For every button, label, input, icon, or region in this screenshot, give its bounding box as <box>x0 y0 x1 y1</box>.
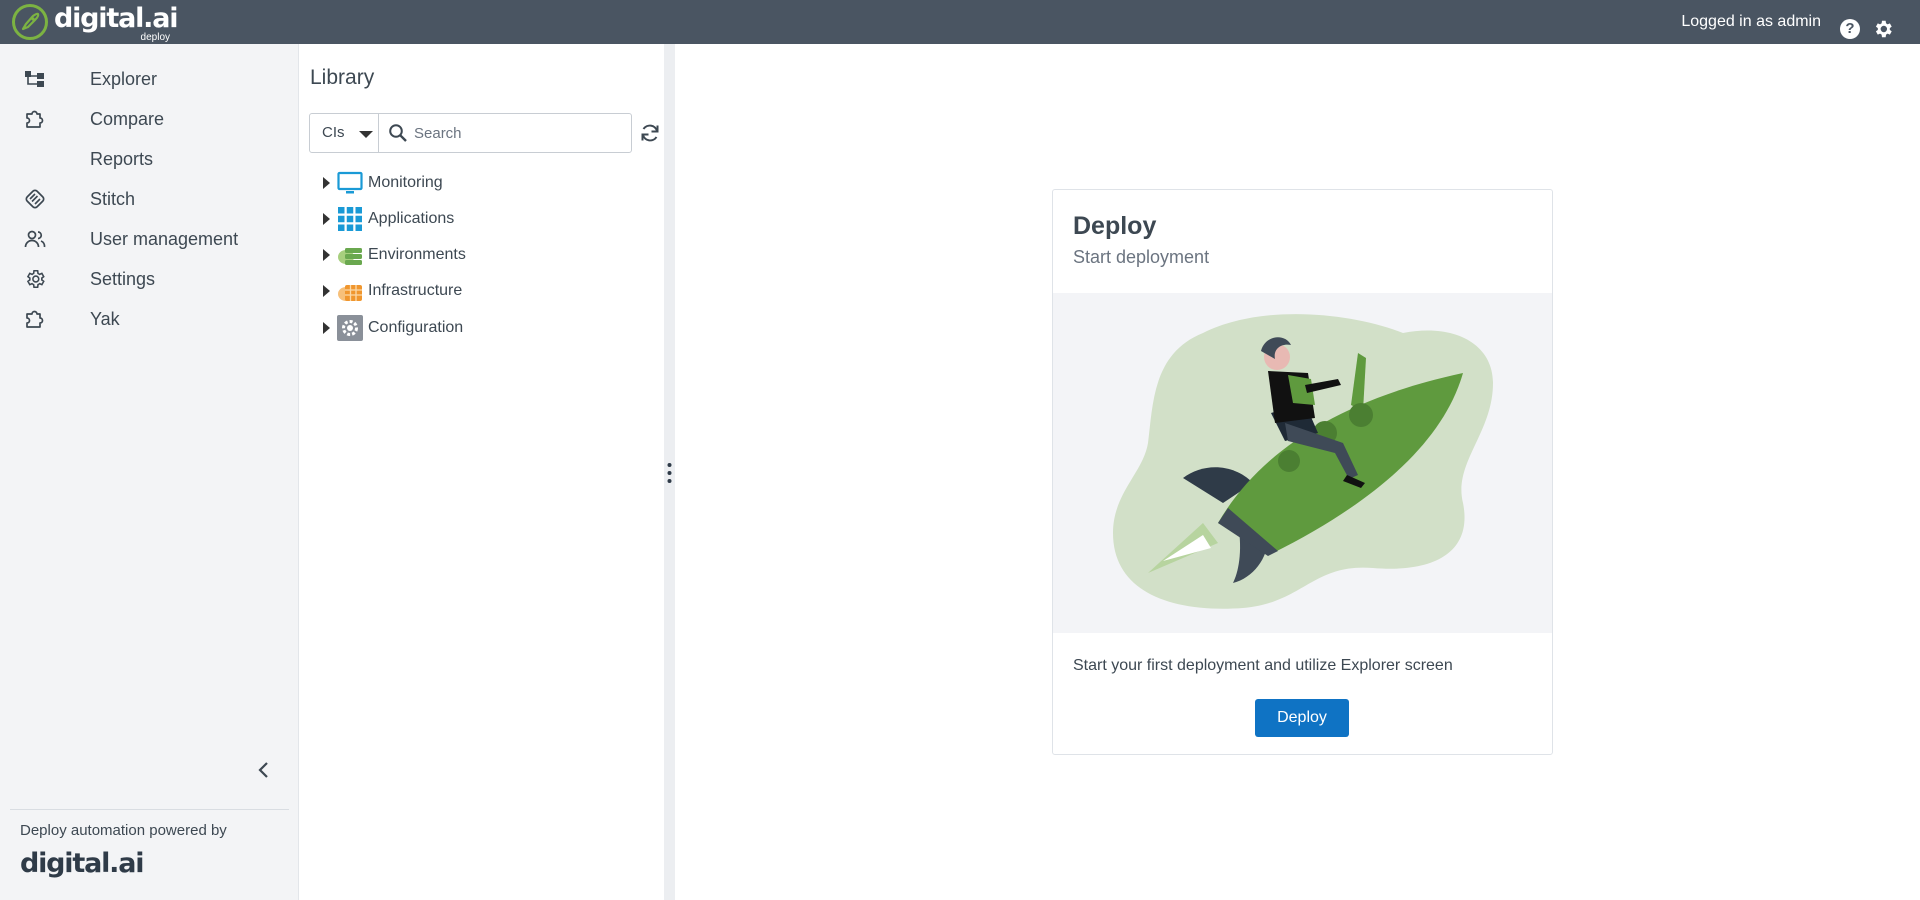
puzzle-icon <box>24 108 46 130</box>
top-bar: digital.ai deploy Logged in as admin ? <box>0 0 1920 44</box>
logo-word: digital.ai <box>54 3 178 34</box>
library-search-group: CIs <box>309 113 632 153</box>
nav-item-settings[interactable]: Settings <box>0 258 299 298</box>
ci-type-select-value: CIs <box>322 124 345 141</box>
tree-label: Monitoring <box>368 174 443 191</box>
logo-wordmark: digital.ai deploy <box>54 3 178 44</box>
card-description: Start your first deployment and utilize … <box>1073 657 1453 674</box>
expand-caret-icon[interactable] <box>323 285 330 297</box>
stitch-icon <box>24 188 46 210</box>
nav-item-compare[interactable]: Compare <box>0 98 299 138</box>
chevron-down-icon <box>359 131 373 138</box>
nav-item-user-management[interactable]: User management <box>0 218 299 258</box>
nav-label: Yak <box>90 309 120 329</box>
nav-label: Stitch <box>90 189 136 209</box>
tree-node-infrastructure[interactable]: Infrastructure <box>320 277 640 305</box>
tree-label: Applications <box>368 210 455 227</box>
app-logo[interactable]: digital.ai deploy <box>12 3 178 44</box>
logo-product: deploy <box>140 32 170 43</box>
footer-logo: digital.ai <box>20 848 144 879</box>
tree-node-configuration[interactable]: Configuration <box>320 314 640 342</box>
environment-icon <box>337 242 363 268</box>
deploy-button[interactable]: Deploy <box>1255 699 1349 737</box>
ci-type-select[interactable]: CIs <box>310 114 379 152</box>
tree-label: Configuration <box>368 319 464 336</box>
tree-label: Environments <box>368 246 466 263</box>
puzzle-icon <box>24 308 46 330</box>
deploy-card: Deploy Start deployment Start your first… <box>1052 189 1553 755</box>
expand-caret-icon[interactable] <box>323 177 330 189</box>
nav-label: Reports <box>90 149 154 169</box>
main-content: Deploy Start deployment Start your first… <box>675 44 1920 900</box>
panel-resize-handle[interactable] <box>664 44 675 900</box>
powered-by-text: Deploy automation powered by <box>20 822 227 839</box>
nav-item-explorer[interactable]: Explorer <box>0 58 299 98</box>
nav-item-reports[interactable]: Reports <box>0 138 299 178</box>
nav-item-yak[interactable]: Yak <box>0 298 299 338</box>
grid-icon <box>337 206 363 232</box>
nav-label: User management <box>90 229 239 249</box>
nav-item-stitch[interactable]: Stitch <box>0 178 299 218</box>
nav-label: Settings <box>90 269 156 289</box>
settings-gear-icon[interactable] <box>1872 18 1894 40</box>
drag-handle-icon <box>667 463 672 483</box>
search-icon <box>388 123 408 143</box>
infrastructure-icon <box>337 278 363 304</box>
collapse-sidebar-chevron-left-icon[interactable] <box>252 758 276 782</box>
tree-node-monitoring[interactable]: Monitoring <box>320 169 640 197</box>
tree-node-environments[interactable]: Environments <box>320 241 640 269</box>
expand-caret-icon[interactable] <box>323 322 330 334</box>
library-title: Library <box>310 66 375 89</box>
help-icon[interactable]: ? <box>1840 19 1860 39</box>
left-navigation: Explorer Compare Reports Stitch User man… <box>0 44 299 900</box>
explorer-icon <box>24 68 46 90</box>
tree-label: Infrastructure <box>368 282 463 299</box>
configuration-icon <box>337 315 363 341</box>
tree-node-applications[interactable]: Applications <box>320 205 640 233</box>
nav-label: Compare <box>90 109 165 129</box>
expand-caret-icon[interactable] <box>323 249 330 261</box>
monitor-icon <box>337 170 363 196</box>
nav-label: Explorer <box>90 69 158 89</box>
logged-in-user: Logged in as admin <box>1681 13 1821 30</box>
rocket-logo-icon <box>12 4 48 40</box>
rocket-illustration <box>1053 293 1552 633</box>
search-input[interactable] <box>412 115 626 151</box>
card-subtitle: Start deployment <box>1073 247 1210 267</box>
refresh-icon[interactable] <box>638 121 662 145</box>
sidebar-divider <box>10 809 289 810</box>
expand-caret-icon[interactable] <box>323 213 330 225</box>
library-panel: Library CIs Monitoring <box>300 44 664 900</box>
users-icon <box>24 228 46 250</box>
card-title: Deploy <box>1073 212 1157 240</box>
gear-icon <box>24 268 46 290</box>
